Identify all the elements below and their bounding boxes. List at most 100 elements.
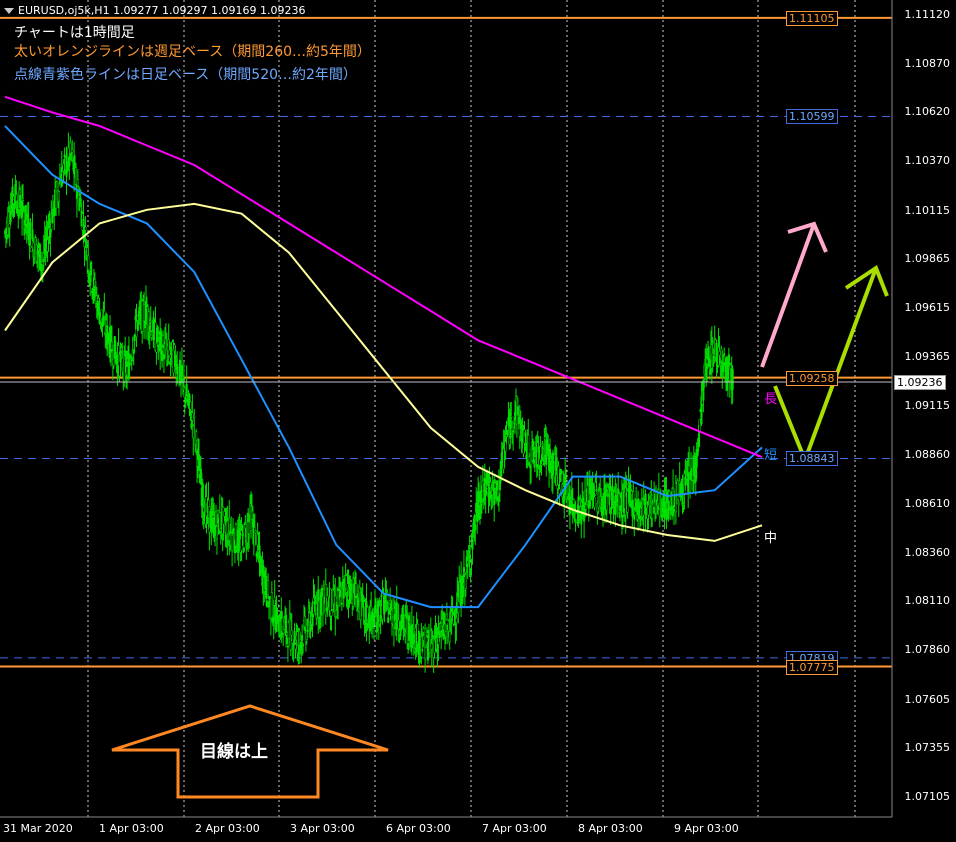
candle-body bbox=[30, 247, 33, 252]
time-tick-label: 2 Apr 03:00 bbox=[195, 822, 260, 835]
price-tick-label: 1.08110 bbox=[904, 594, 951, 608]
time-tick-label: 1 Apr 03:00 bbox=[99, 822, 164, 835]
candle-body bbox=[422, 628, 425, 633]
collapse-icon[interactable] bbox=[4, 8, 14, 14]
candle-body bbox=[141, 300, 144, 332]
candle-body bbox=[723, 353, 726, 356]
candle-body bbox=[565, 477, 568, 480]
candle-body bbox=[290, 630, 293, 636]
level-label: 1.07775 bbox=[786, 659, 838, 675]
candle-body bbox=[560, 470, 563, 474]
price-tick-label: 1.07860 bbox=[904, 642, 951, 656]
candle-body bbox=[601, 498, 605, 516]
candle-body bbox=[444, 631, 448, 638]
ma-label-short: 短 bbox=[764, 448, 778, 463]
candle-body bbox=[510, 416, 513, 418]
candle-body bbox=[421, 649, 424, 651]
candle-body bbox=[555, 457, 558, 468]
candle-body bbox=[301, 634, 304, 641]
candle-body bbox=[455, 617, 458, 623]
candle-body bbox=[605, 496, 608, 511]
price-tick-label: 1.09865 bbox=[904, 252, 951, 266]
price-tick-label: 1.08610 bbox=[904, 496, 951, 510]
candle-body bbox=[722, 361, 725, 373]
candle-body bbox=[474, 524, 477, 530]
candle-body bbox=[293, 630, 296, 642]
candle-body bbox=[266, 600, 269, 608]
current-price-label: 1.09236 bbox=[894, 374, 946, 390]
candle-body bbox=[193, 416, 196, 419]
candle-body bbox=[445, 614, 448, 620]
candle-body bbox=[676, 480, 679, 500]
candle-body bbox=[195, 431, 198, 441]
price-tick-label: 1.07605 bbox=[904, 692, 951, 706]
candle-body bbox=[330, 610, 333, 616]
candle-body bbox=[21, 198, 25, 201]
candle-body bbox=[306, 629, 309, 632]
candle-body bbox=[184, 397, 187, 402]
candle-body bbox=[340, 602, 343, 605]
candle-body bbox=[191, 412, 194, 421]
price-tick-label: 1.08860 bbox=[904, 448, 951, 462]
candle-body bbox=[731, 368, 734, 390]
price-tick-label: 1.10370 bbox=[904, 154, 951, 168]
candle-body bbox=[464, 574, 467, 589]
candle-body bbox=[524, 432, 527, 437]
candle-body bbox=[584, 504, 588, 510]
candle-body bbox=[302, 644, 305, 647]
candle-body bbox=[218, 512, 221, 531]
candle-body bbox=[379, 615, 382, 623]
time-tick-label: 3 Apr 03:00 bbox=[290, 822, 355, 835]
price-tick-label: 1.10620 bbox=[904, 105, 951, 119]
candle-body bbox=[388, 609, 391, 615]
candle-body bbox=[471, 539, 474, 550]
candle-body bbox=[161, 350, 164, 362]
candle-body bbox=[29, 222, 32, 230]
candle-body bbox=[231, 535, 234, 551]
candle-body bbox=[294, 644, 297, 650]
candle-body bbox=[712, 356, 715, 364]
arrow-text: 目線は上 bbox=[200, 742, 268, 762]
candle-body bbox=[162, 354, 166, 360]
candle-body bbox=[119, 353, 122, 362]
time-tick-label: 6 Apr 03:00 bbox=[386, 822, 451, 835]
price-chart[interactable] bbox=[0, 0, 956, 842]
price-tick-label: 1.11120 bbox=[904, 8, 951, 21]
candle-body bbox=[71, 149, 74, 153]
candle-body bbox=[461, 585, 465, 598]
candle-body bbox=[79, 198, 82, 202]
candle-body bbox=[540, 463, 543, 466]
candle-body bbox=[558, 488, 561, 495]
candle-body bbox=[698, 419, 701, 432]
candle-body bbox=[338, 589, 342, 597]
price-tick-label: 1.08360 bbox=[904, 545, 951, 559]
price-tick-label: 1.07355 bbox=[904, 741, 951, 755]
candle-body bbox=[87, 255, 90, 270]
annotation-timeframe: チャートは1時間足 bbox=[14, 25, 135, 41]
candle-body bbox=[303, 616, 307, 628]
level-label: 1.11105 bbox=[786, 10, 838, 26]
time-tick-label: 31 Mar 2020 bbox=[3, 822, 73, 835]
time-tick-label: 9 Apr 03:00 bbox=[674, 822, 739, 835]
candle-body bbox=[448, 631, 451, 642]
time-tick-label: 8 Apr 03:00 bbox=[578, 822, 643, 835]
candle-body bbox=[31, 229, 34, 240]
price-tick-label: 1.07105 bbox=[904, 790, 951, 803]
candle-body bbox=[276, 603, 279, 608]
candle-body bbox=[595, 489, 598, 491]
annotation-blue-line: 点線青紫色ラインは日足ベース（期間520…約2年間） bbox=[14, 67, 357, 83]
symbol-header: EURUSD,oj5k,H1 1.09277 1.09297 1.09169 1… bbox=[4, 4, 306, 17]
candle-body bbox=[160, 331, 163, 340]
candle-body bbox=[254, 530, 257, 533]
price-tick-label: 1.09615 bbox=[904, 301, 951, 315]
candle-body bbox=[677, 502, 680, 506]
candle-body bbox=[149, 320, 152, 323]
candle-body bbox=[387, 617, 390, 623]
candle-body bbox=[90, 261, 93, 276]
time-tick-label: 7 Apr 03:00 bbox=[482, 822, 547, 835]
candle-body bbox=[265, 575, 268, 599]
candle-body bbox=[267, 580, 270, 596]
candle-body bbox=[593, 497, 596, 508]
candle-body bbox=[632, 491, 635, 501]
candle-body bbox=[234, 523, 237, 546]
